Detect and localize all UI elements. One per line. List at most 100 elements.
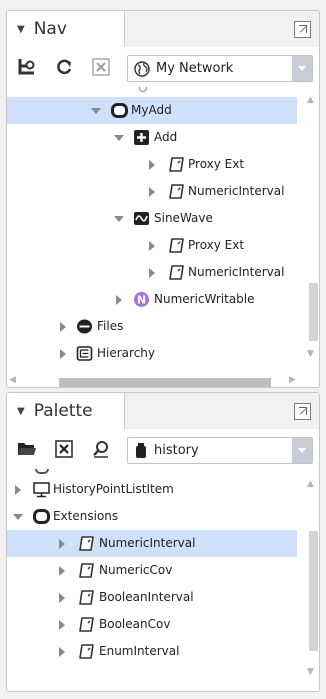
tree-row[interactable]: SineWave <box>7 205 297 232</box>
tree-row[interactable]: BooleanCov <box>7 611 297 638</box>
expand-icon[interactable] <box>56 592 68 604</box>
refresh-icon[interactable] <box>54 57 74 77</box>
tree-label: NumericInterval <box>188 184 285 198</box>
module-select[interactable]: history <box>127 437 313 464</box>
tree-row[interactable]: NumericInterval <box>7 259 297 286</box>
chevron-down-icon[interactable] <box>292 438 312 463</box>
expand-icon[interactable] <box>56 619 68 631</box>
expand-icon[interactable] <box>146 240 158 252</box>
expand-icon[interactable] <box>12 484 24 496</box>
expand-icon[interactable] <box>146 186 158 198</box>
close-icon[interactable] <box>54 439 74 459</box>
expand-icon[interactable] <box>90 105 102 117</box>
network-label: My Network <box>156 61 234 76</box>
expand-icon[interactable] <box>113 132 125 144</box>
module-label: history <box>154 443 199 458</box>
extension-icon <box>169 238 184 253</box>
scroll-up-icon[interactable]: ▲ <box>307 95 314 105</box>
tree-label: Files <box>97 319 124 333</box>
tree-row[interactable]: BooleanInterval <box>7 584 297 611</box>
nav-horizontal-scrollbar[interactable]: ◀ ▶ <box>7 375 307 387</box>
tree-label: Add <box>154 130 178 144</box>
expand-icon[interactable] <box>146 267 158 279</box>
collapse-icon[interactable]: ▼ <box>17 406 25 417</box>
nav-tab[interactable]: ▼ Nav <box>7 11 125 47</box>
find-icon[interactable] <box>91 439 111 459</box>
tree-label: MyAdd <box>131 103 172 117</box>
palette-header: ▼ Palette <box>7 393 319 429</box>
palette-title: Palette <box>33 401 93 421</box>
tree-row[interactable]: Files <box>7 313 297 340</box>
tree-row[interactable]: NumericCov <box>7 557 297 584</box>
tree-label: BooleanInterval <box>99 590 194 604</box>
close-icon[interactable] <box>91 57 111 77</box>
sync-tree-icon[interactable] <box>17 57 37 77</box>
files-icon <box>77 319 92 334</box>
extension-icon <box>79 563 94 578</box>
extension-icon <box>79 644 94 659</box>
tree-row[interactable]: MyAdd <box>7 97 297 124</box>
network-select[interactable]: My Network <box>127 55 313 82</box>
tree-label: EnumInterval <box>99 644 180 658</box>
expand-icon[interactable] <box>113 213 125 225</box>
tree-label: NumericWritable <box>154 292 255 306</box>
tree-row[interactable]: EnumInterval <box>7 638 297 665</box>
tree-row[interactable]: HistoryPointListItem <box>7 476 297 503</box>
tree-label: SineWave <box>154 211 213 225</box>
extension-icon <box>169 157 184 172</box>
scroll-left-icon[interactable]: ◀ <box>9 375 16 385</box>
nav-toolbar: My Network <box>7 47 319 87</box>
scroll-thumb[interactable] <box>309 531 318 651</box>
nav-title: Nav <box>33 19 67 39</box>
scroll-thumb[interactable] <box>309 283 318 341</box>
numeric-writable-icon: N <box>134 292 149 307</box>
tree-label: Hierarchy <box>97 346 156 360</box>
scroll-down-icon[interactable]: ▼ <box>307 349 314 359</box>
expand-icon[interactable] <box>146 159 158 171</box>
scroll-down-icon[interactable]: ▼ <box>307 667 314 677</box>
tree-label: NumericInterval <box>188 265 285 279</box>
nav-pane: ▼ Nav My Network MyAdd Add Proxy Ext Num… <box>6 10 320 388</box>
scroll-thumb[interactable] <box>59 378 271 387</box>
palette-vertical-scrollbar[interactable]: ▲ ▼ <box>305 469 319 691</box>
expand-icon[interactable] <box>56 538 68 550</box>
tree-label: Extensions <box>53 509 119 523</box>
maximize-icon[interactable] <box>294 21 311 38</box>
scroll-up-icon[interactable]: ▲ <box>307 479 314 489</box>
chevron-down-icon[interactable] <box>292 56 312 81</box>
palette-tab[interactable]: ▼ Palette <box>7 393 125 429</box>
nav-vertical-scrollbar[interactable]: ▲ ▼ <box>305 87 319 365</box>
add-block-icon <box>134 130 149 145</box>
globe-icon <box>134 60 150 77</box>
tree-row[interactable]: NumericInterval <box>7 530 297 557</box>
collapse-icon[interactable]: ▼ <box>17 24 25 35</box>
palette-tree: HistoryPointListItem Extensions NumericI… <box>7 469 319 691</box>
tree-row[interactable]: Add <box>7 124 297 151</box>
extension-icon <box>79 617 94 632</box>
tree-label: NumericInterval <box>99 536 196 550</box>
component-icon <box>111 103 128 118</box>
tree-row[interactable]: NumericInterval <box>7 178 297 205</box>
scroll-right-icon[interactable]: ▶ <box>289 375 296 385</box>
tree-row[interactable]: Proxy Ext <box>7 151 297 178</box>
expand-icon[interactable] <box>113 294 125 306</box>
jar-icon <box>134 442 148 459</box>
expand-icon[interactable] <box>12 511 24 523</box>
extension-icon <box>79 536 94 551</box>
nav-tree: MyAdd Add Proxy Ext NumericInterval Sine… <box>7 87 319 365</box>
clipped-row-icon <box>139 87 147 92</box>
expand-icon[interactable] <box>57 321 69 333</box>
tree-row[interactable]: Hierarchy <box>7 340 297 365</box>
tree-row[interactable]: N NumericWritable <box>7 286 297 313</box>
tree-label: HistoryPointListItem <box>53 482 174 496</box>
tree-row[interactable]: Proxy Ext <box>7 232 297 259</box>
expand-icon[interactable] <box>56 565 68 577</box>
svg-text:N: N <box>137 294 146 307</box>
expand-icon[interactable] <box>57 348 69 360</box>
folder-open-icon[interactable] <box>17 439 37 459</box>
maximize-icon[interactable] <box>294 403 311 420</box>
tree-row[interactable]: Extensions <box>7 503 297 530</box>
clipped-row-icon <box>35 469 49 474</box>
nav-header: ▼ Nav <box>7 11 319 47</box>
expand-icon[interactable] <box>56 646 68 658</box>
